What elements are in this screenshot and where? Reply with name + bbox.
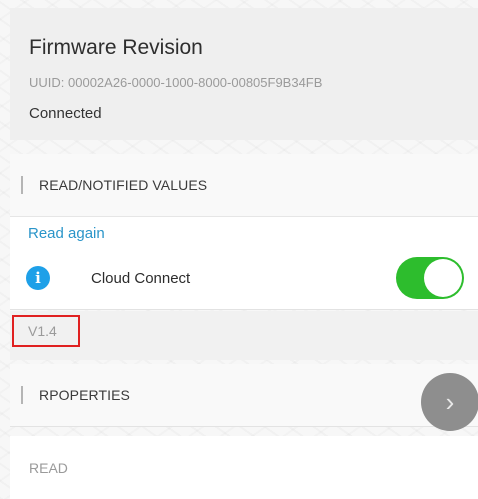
chevron-right-icon[interactable]: › xyxy=(421,373,478,431)
values-panel: Read again i Cloud Connect xyxy=(10,217,478,310)
page-title: Firmware Revision xyxy=(29,36,203,59)
cloud-connect-label: Cloud Connect xyxy=(91,269,191,287)
section-divider xyxy=(21,176,23,194)
section-title-properties: RPOPERTIES xyxy=(39,387,130,403)
connection-status: Connected xyxy=(29,105,102,122)
property-read-label: READ xyxy=(29,460,68,476)
info-icon[interactable]: i xyxy=(26,266,50,290)
characteristic-header: Firmware Revision UUID: 00002A26-0000-10… xyxy=(10,8,478,140)
version-text: V1.4 xyxy=(28,323,57,339)
read-again-link[interactable]: Read again xyxy=(28,225,105,242)
uuid-text: UUID: 00002A26-0000-1000-8000-00805F9B34… xyxy=(29,75,323,90)
cloud-connect-row: i Cloud Connect xyxy=(26,257,464,299)
value-row: V1.4 xyxy=(10,311,478,360)
property-row: READ xyxy=(10,436,478,499)
cloud-connect-toggle[interactable] xyxy=(396,257,464,299)
section-divider xyxy=(21,386,23,404)
section-title-values: READ/NOTIFIED VALUES xyxy=(39,177,208,193)
properties-section-header: RPOPERTIES xyxy=(10,364,478,427)
firmware-version-value: V1.4 xyxy=(12,315,80,347)
toggle-knob xyxy=(424,259,462,297)
values-section-header: READ/NOTIFIED VALUES xyxy=(10,154,478,217)
